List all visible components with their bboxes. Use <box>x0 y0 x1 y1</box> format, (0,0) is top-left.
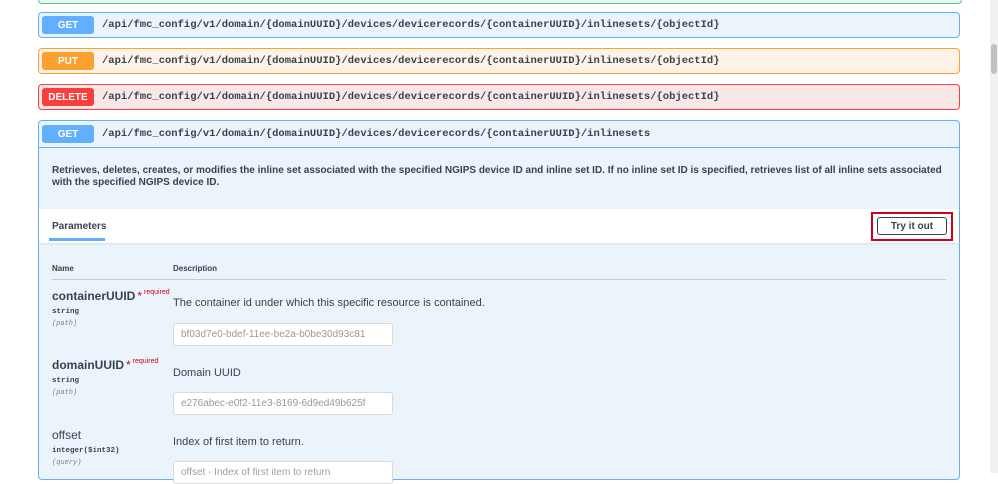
parameter-type: string <box>52 308 80 316</box>
parameter-name: offset <box>52 428 82 442</box>
method-badge-get: GET <box>42 16 94 34</box>
operation-description: Retrieves, deletes, creates, or modifies… <box>52 165 942 188</box>
required-star: * <box>137 289 143 303</box>
operation-delete-inlineset[interactable]: DELETE /api/fmc_config/v1/domain/{domain… <box>38 84 960 110</box>
column-header-description: Description <box>173 264 218 273</box>
operation-path: /api/fmc_config/v1/domain/{domainUUID}/d… <box>102 55 720 67</box>
previous-operation-edge <box>38 0 962 4</box>
method-badge-delete: DELETE <box>42 88 94 106</box>
parameter-type: integer($int32) <box>52 447 120 455</box>
parameter-description: Index of first item to return. <box>173 436 304 448</box>
parameter-name: containerUUID <box>52 289 136 303</box>
parameters-tab[interactable]: Parameters <box>52 221 106 232</box>
parameter-row-domainuuid: domainUUID * required string (path) <box>52 356 158 397</box>
operation-get-inlinesets-expanded: GET /api/fmc_config/v1/domain/{domainUUI… <box>38 120 960 484</box>
try-it-out-button[interactable]: Try it out <box>877 217 947 235</box>
domainuuid-input[interactable] <box>173 392 393 415</box>
required-label: required <box>144 288 170 296</box>
operation-path: /api/fmc_config/v1/domain/{domainUUID}/d… <box>102 91 720 103</box>
parameter-description: The container id under which this specif… <box>173 297 485 309</box>
operation-get-inlineset-by-id[interactable]: GET /api/fmc_config/v1/domain/{domainUUI… <box>38 12 960 38</box>
parameters-tab-underline <box>49 238 105 241</box>
operation-path: /api/fmc_config/v1/domain/{domainUUID}/d… <box>102 128 651 140</box>
scrollbar[interactable] <box>990 0 998 473</box>
required-star: * <box>126 358 131 372</box>
operation-put-inlineset[interactable]: PUT /api/fmc_config/v1/domain/{domainUUI… <box>38 48 960 74</box>
operation-path: /api/fmc_config/v1/domain/{domainUUID}/d… <box>102 19 720 31</box>
scrollbar-thumb[interactable] <box>991 44 997 74</box>
required-label: required <box>132 357 159 365</box>
method-badge-get: GET <box>42 125 94 143</box>
method-badge-put: PUT <box>42 52 94 70</box>
column-divider <box>52 279 946 280</box>
column-header-name: Name <box>52 264 74 273</box>
parameter-row-offset: offset integer($int32) (query) <box>52 426 120 467</box>
parameter-description: Domain UUID <box>173 367 241 379</box>
parameter-location: (path) <box>52 389 78 397</box>
parameter-location: (path) <box>52 320 78 328</box>
parameter-row-containeruuid: containerUUID * required string (path) <box>52 287 170 328</box>
parameter-name: domainUUID <box>52 358 124 372</box>
parameter-type: string <box>52 377 80 385</box>
containeruuid-input[interactable] <box>173 323 393 346</box>
parameters-header: Parameters <box>39 209 959 243</box>
parameter-location: (query) <box>52 459 82 467</box>
operation-summary[interactable]: GET /api/fmc_config/v1/domain/{domainUUI… <box>39 121 959 148</box>
